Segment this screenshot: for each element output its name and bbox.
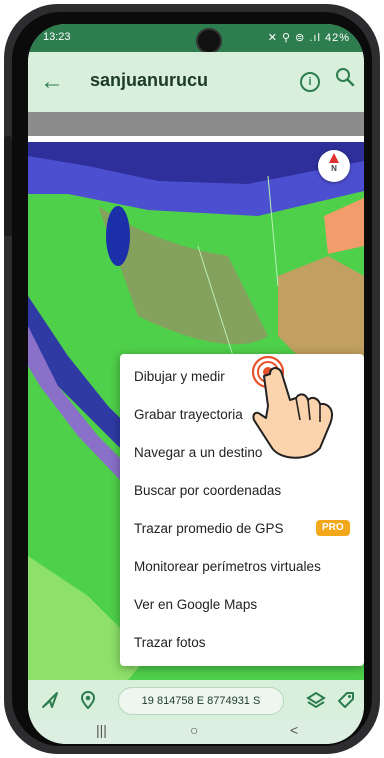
menu-item-label: Buscar por coordenadas [134, 483, 282, 498]
map-toolbar-strip [28, 112, 364, 136]
arrow-left-icon[interactable]: ← [40, 68, 64, 96]
search-icon[interactable] [334, 66, 356, 88]
bottom-toolbar: 19 814758 E 8774931 S [28, 680, 364, 720]
pro-badge: PRO [316, 520, 350, 536]
recents-button[interactable]: ||| [96, 722, 107, 738]
camera-cutout [196, 28, 222, 54]
layers-icon[interactable] [306, 690, 326, 710]
tap-hand-icon [251, 356, 333, 459]
app-screen: 13:23 ✕ ⚲ ⊜ .ıl 42% ← sanjuanurucu i N D… [28, 24, 364, 744]
compass-icon[interactable]: N [318, 150, 350, 182]
info-icon[interactable]: i [300, 72, 320, 92]
compass-label: N [331, 164, 337, 173]
menu-item-virtual-perimeters[interactable]: Monitorear perímetros virtuales [120, 548, 364, 586]
phone-side-button [4, 136, 12, 236]
compass-arrow [329, 153, 339, 163]
coordinates-display[interactable]: 19 814758 E 8774931 S [118, 687, 284, 715]
phone-frame: 13:23 ✕ ⚲ ⊜ .ıl 42% ← sanjuanurucu i N D… [4, 4, 380, 754]
menu-item-trace-photos[interactable]: Trazar fotos [120, 624, 364, 662]
app-bar: ← sanjuanurucu i [28, 52, 364, 112]
menu-item-label: Trazar fotos [134, 635, 206, 650]
location-pin-icon[interactable] [78, 690, 98, 710]
menu-item-label: Dibujar y medir [134, 369, 225, 384]
back-button[interactable]: < [290, 722, 298, 738]
system-navigation-bar: ||| ○ < [28, 720, 364, 744]
menu-item-label: Monitorear perímetros virtuales [134, 559, 321, 574]
page-title: sanjuanurucu [90, 70, 209, 90]
navigation-arrow-icon[interactable] [40, 690, 60, 710]
home-button[interactable]: ○ [190, 722, 198, 738]
menu-item-label: Navegar a un destino [134, 445, 263, 460]
menu-item-search-coords[interactable]: Buscar por coordenadas [120, 472, 364, 510]
menu-item-label: Trazar promedio de GPS [134, 521, 284, 536]
menu-item-label: Ver en Google Maps [134, 597, 258, 612]
status-icons: ✕ ⚲ ⊜ .ıl 42% [267, 32, 350, 44]
menu-item-label: Grabar trayectoria [134, 407, 243, 422]
menu-item-google-maps[interactable]: Ver en Google Maps [120, 586, 364, 624]
map-scale-bar [28, 136, 364, 142]
status-time: 13:23 [43, 31, 71, 43]
menu-item-gps-average[interactable]: Trazar promedio de GPS PRO [120, 510, 364, 548]
tag-icon[interactable] [336, 690, 356, 710]
